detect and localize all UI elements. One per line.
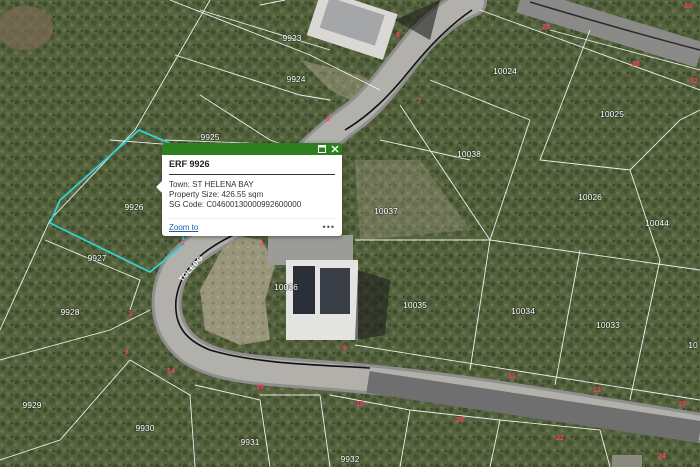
- parcel-label: 9931: [241, 437, 260, 447]
- popup-header-bar: [162, 143, 342, 155]
- parcel-label: 9929: [23, 400, 42, 410]
- parcel-label: 10: [688, 340, 698, 350]
- size-row: Property Size: 426.55 sqm: [169, 190, 335, 200]
- svg-text:7: 7: [417, 98, 421, 105]
- parcel-label: 9932: [341, 454, 360, 464]
- svg-text:9: 9: [343, 345, 347, 352]
- svg-text:22: 22: [556, 435, 564, 442]
- town-row: Town: ST HELENA BAY: [169, 180, 335, 190]
- parcel-label: 10026: [578, 192, 602, 202]
- parcel-label: 9928: [61, 307, 80, 317]
- parcel-label: 10034: [511, 306, 535, 316]
- sg-code-label: SG Code:: [169, 200, 205, 209]
- parcel-label: 10024: [493, 66, 517, 76]
- svg-text:16: 16: [256, 384, 264, 391]
- parcel-label: 10025: [600, 109, 624, 119]
- parcel-label: 9923: [283, 33, 302, 43]
- more-options-icon[interactable]: •••: [323, 222, 335, 232]
- zoom-to-link[interactable]: Zoom to: [169, 223, 198, 232]
- svg-text:1: 1: [260, 240, 264, 247]
- parcel-label: 10037: [374, 206, 398, 216]
- svg-text:32: 32: [690, 78, 698, 85]
- sg-code-value: C04600130000992600000: [206, 200, 302, 209]
- parcel-label: 10038: [457, 149, 481, 159]
- parcel-label: 10044: [645, 218, 669, 228]
- popup-attributes: Town: ST HELENA BAY Property Size: 426.5…: [169, 180, 335, 210]
- svg-text:28: 28: [632, 61, 640, 68]
- svg-text:24: 24: [658, 453, 666, 460]
- parcel-popup: ERF 9926 Town: ST HELENA BAY Property Si…: [156, 143, 342, 236]
- popup-title: ERF 9926: [169, 159, 335, 175]
- parcel-label: 9926: [125, 202, 144, 212]
- svg-text:15: 15: [678, 401, 686, 408]
- map-canvas[interactable]: 9923 9924 9925 9926 9927 9928 9929 9930 …: [0, 0, 700, 467]
- svg-text:6: 6: [326, 116, 330, 123]
- svg-text:20: 20: [456, 417, 464, 424]
- svg-text:2: 2: [181, 240, 185, 247]
- size-label: Property Size:: [169, 190, 220, 199]
- svg-text:6: 6: [125, 349, 129, 356]
- svg-text:3: 3: [128, 311, 132, 318]
- parcel-label: 9930: [136, 423, 155, 433]
- parcel-label: 10035: [403, 300, 427, 310]
- parcel-label: 9925: [201, 132, 220, 142]
- svg-text:13: 13: [593, 387, 601, 394]
- svg-text:30: 30: [684, 3, 692, 10]
- popup-footer: Zoom to •••: [169, 218, 335, 232]
- parcel-label: 10036: [274, 282, 298, 292]
- dock-icon[interactable]: [317, 144, 326, 154]
- town-value: ST HELENA BAY: [192, 180, 254, 189]
- svg-text:14: 14: [167, 368, 175, 375]
- town-label: Town:: [169, 180, 190, 189]
- popup-pointer: [156, 181, 162, 193]
- svg-text:11: 11: [508, 373, 516, 380]
- svg-text:8: 8: [396, 32, 400, 39]
- sg-code-row: SG Code: C04600130000992600000: [169, 200, 335, 210]
- size-value: 426.55 sqm: [221, 190, 264, 199]
- close-icon[interactable]: [330, 145, 339, 154]
- parcel-label: 10033: [596, 320, 620, 330]
- svg-text:23: 23: [542, 24, 550, 31]
- parcel-label: 9927: [88, 253, 107, 263]
- parcel-label: 9924: [287, 74, 306, 84]
- structure-bottom-right: [612, 455, 642, 467]
- svg-text:18: 18: [356, 401, 364, 408]
